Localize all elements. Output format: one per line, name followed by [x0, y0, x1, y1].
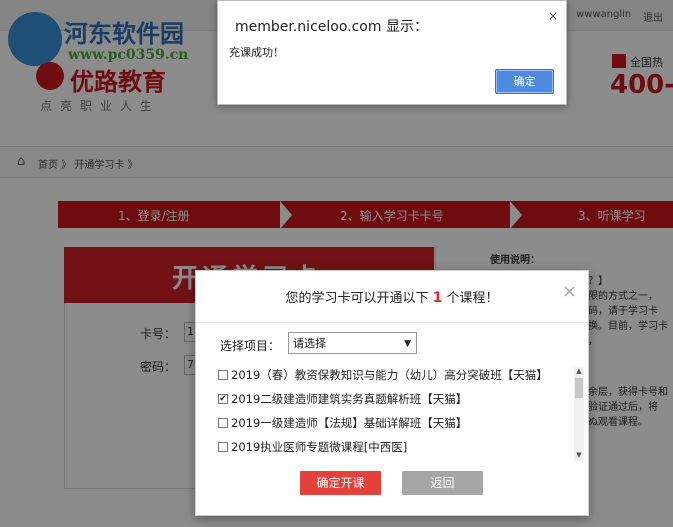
course-item[interactable]: 2019执业医师专题微课程[中西医]	[218, 437, 407, 457]
modal-title-suffix: 个课程！	[446, 291, 499, 306]
project-select-label: 选择项目：	[220, 339, 281, 353]
course-item[interactable]: ✔ 2019二级建造师建筑实务真题解析班【天猫】	[218, 389, 467, 409]
confirm-activate-button[interactable]: 确定开课	[300, 471, 381, 495]
alert-dialog: member.niceloo.com 显示： × 充课成功！ 确定	[217, 0, 567, 105]
modal-close-icon[interactable]: ×	[562, 281, 577, 302]
project-select-value: 请选择	[293, 337, 326, 350]
project-select[interactable]: 请选择 ▼	[288, 332, 417, 354]
course-activation-modal: 您的学习卡可以开通以下 1 个课程！ × 选择项目： 请选择 ▼ 2019（春）…	[195, 270, 589, 516]
scroll-up-icon[interactable]: ▲	[574, 367, 584, 377]
modal-divider	[196, 322, 588, 323]
course-checkbox[interactable]	[218, 418, 228, 428]
course-checkbox[interactable]	[218, 370, 228, 380]
course-list: 2019（春）教资保教知识与能力（幼儿）高分突破班【天猫】 ✔ 2019二级建造…	[218, 365, 586, 464]
scroll-thumb[interactable]	[575, 378, 583, 398]
back-button[interactable]: 返回	[402, 471, 483, 495]
course-count: 1	[432, 290, 443, 306]
alert-close-icon[interactable]: ×	[548, 9, 558, 23]
course-label: 2019一级建造师【法规】基础详解班【天猫】	[231, 416, 468, 430]
alert-ok-button[interactable]: 确定	[495, 69, 554, 94]
modal-title-prefix: 您的学习卡可以开通以下	[285, 291, 429, 306]
alert-message: 充课成功！	[229, 46, 284, 59]
scroll-down-icon[interactable]: ▼	[574, 451, 584, 461]
course-label: 2019执业医师专题微课程[中西医]	[231, 440, 408, 454]
course-item[interactable]: 2019一级建造师【法规】基础详解班【天猫】	[218, 413, 467, 433]
modal-title: 您的学习卡可以开通以下 1 个课程！	[196, 287, 588, 306]
chevron-down-icon: ▼	[404, 339, 411, 349]
alert-title: member.niceloo.com 显示：	[235, 19, 428, 35]
course-item[interactable]: 2019（春）教资保教知识与能力（幼儿）高分突破班【天猫】	[218, 365, 548, 385]
course-label: 2019（春）教资保教知识与能力（幼儿）高分突破班【天猫】	[231, 368, 548, 382]
course-label: 2019二级建造师建筑实务真题解析班【天猫】	[231, 392, 468, 406]
course-checkbox[interactable]: ✔	[218, 394, 228, 404]
course-checkbox[interactable]	[218, 442, 228, 452]
